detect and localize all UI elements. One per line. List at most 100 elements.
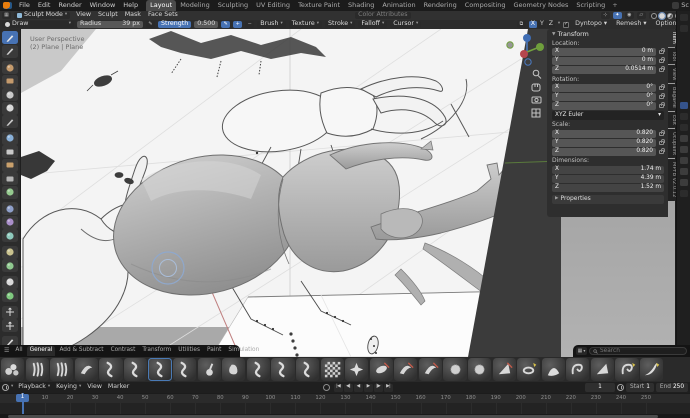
workspace-tab-scripting[interactable]: Scripting [572,0,609,11]
add-blend-icon[interactable]: + [233,21,242,29]
location-x-field[interactable]: X0 m [552,48,656,56]
tool-elastic-deform[interactable] [2,216,18,229]
menu-edit[interactable]: Edit [34,1,55,10]
tool-rotate[interactable] [2,319,18,332]
tool-pose[interactable] [2,259,18,272]
modifier-tab-icon[interactable] [680,168,688,175]
prev-keyframe-button[interactable]: ◀| [344,384,353,392]
brush-thumbnail-spheres-0[interactable] [1,358,24,381]
shelf-tab-general[interactable]: General [27,346,56,356]
workspace-tab-rendering[interactable]: Rendering [420,0,461,11]
jump-to-end-button[interactable]: ▶| [384,384,393,392]
location-y-field[interactable]: Y0 m [552,57,656,65]
scale-y-field[interactable]: Y0.820 [552,139,656,147]
viewport-menu-mask[interactable]: Mask [122,12,144,18]
lock-icon[interactable] [659,150,664,154]
viewport-menu-view[interactable]: View [73,12,94,18]
scene-selector[interactable]: Sc [672,2,690,9]
auto-keying-icon[interactable] [323,384,330,391]
tool-move[interactable] [2,306,18,319]
workspace-tab-layout[interactable]: Layout [146,0,176,11]
tool-grab[interactable] [2,202,18,215]
lock-icon[interactable] [659,104,664,108]
brush-thumbnail-cone-22[interactable] [542,358,565,381]
brush-thumbnail-curl-25[interactable] [615,358,638,381]
next-keyframe-button[interactable]: |▶ [374,384,383,392]
viewport-menu-sculpt[interactable]: Sculpt [95,12,121,18]
brush-type-dropdown[interactable]: Draw ▾ [2,21,74,29]
brush-thumbnail-wedge-24[interactable] [591,358,614,381]
start-frame-field[interactable]: Start 1 [626,383,654,392]
brush-thumbnail-rough-18[interactable] [443,358,466,381]
sidebar-tab-ucupaint[interactable]: Ucupaint [668,129,676,158]
radius-field[interactable]: Radius 39 px [77,21,143,29]
tool-face-sets[interactable] [2,289,18,302]
brush-thumbnail-scoop-3[interactable] [75,358,98,381]
dimensions-x-field[interactable]: X1.74 m [552,166,664,174]
rotation-mode-dropdown[interactable]: XYZ Euler▾ [552,111,664,120]
tool-inflate[interactable] [2,88,18,101]
sidebar-tab-mpfb-v2-0-12[interactable]: MPFB v2.0.12 [668,159,676,200]
tool-multiplane-scrape[interactable] [2,172,18,185]
brush-thumbnail-ellipse-15[interactable] [370,358,393,381]
sidebar-tab-item[interactable]: Item [668,29,676,47]
brush-thumbnail-s-11[interactable] [271,358,294,381]
shelf-tab-contrast[interactable]: Contrast [108,346,139,356]
strength-slider[interactable]: Strength [158,21,191,29]
scale-z-field[interactable]: Z0.820 [552,148,656,156]
select-tool-icon[interactable]: ⊹ [601,12,610,20]
location-z-field[interactable]: Z0.0514 m [552,66,656,74]
tool-flatten[interactable] [2,145,18,158]
popover-brush[interactable]: Brush▾ [257,21,285,29]
tool-draw[interactable] [2,31,18,44]
tool-draw-sharp[interactable] [2,45,18,58]
xray-icon[interactable]: ▱ [637,12,646,20]
timeline-ruler[interactable]: 1102030405060708090100110120130140150160… [0,393,690,403]
add-workspace-button[interactable]: + [609,1,620,10]
workspace-tab-shading[interactable]: Shading [344,0,378,11]
tool-mask[interactable] [2,276,18,289]
popover-texture[interactable]: Texture▾ [289,21,322,29]
timeline-scrollbar[interactable] [8,415,658,418]
jump-to-start-button[interactable]: |◀ [334,384,343,392]
lock-icon[interactable] [659,68,664,72]
symmetry-axis-z[interactable]: Z [547,21,555,29]
render-tab-icon[interactable] [680,113,688,120]
overlays-icon[interactable]: ◉ [625,12,634,20]
brush-thumbnail-strips-1[interactable] [26,358,49,381]
tool-smooth[interactable] [2,132,18,145]
end-frame-field[interactable]: End 250 [656,383,688,392]
tool-clay-strips[interactable] [2,75,18,88]
gizmo-y-neg[interactable] [507,42,513,48]
viewport-menu-face-sets[interactable]: Face Sets [145,12,181,18]
brush-thumbnail-wedge-20[interactable] [493,358,516,381]
popover-falloff[interactable]: Falloff▾ [358,21,387,29]
brush-thumbnail-scoop-16[interactable] [394,358,417,381]
gizmo-y-axis[interactable] [536,43,544,51]
lock-icon[interactable] [659,95,664,99]
sidebar-tab-bagapie[interactable]: BagaPie [668,84,676,111]
timeline-editor-icon[interactable] [2,384,9,391]
menu-file[interactable]: File [15,1,34,10]
brush-thumbnail-scoop-17[interactable] [419,358,442,381]
remesh-popover[interactable]: Remesh ▾ [613,21,649,27]
gizmo-toggle-icon[interactable]: ✦ [613,12,622,20]
shelf-tab-transform[interactable]: Transform [139,346,174,356]
transform-panel-header[interactable]: ▼ Transform [552,32,664,38]
lock-icon[interactable] [659,86,664,90]
workspace-tab-geometry-nodes[interactable]: Geometry Nodes [510,0,573,11]
workspace-tab-modeling[interactable]: Modeling [176,0,214,11]
brush-thumbnail-s-12[interactable] [296,358,319,381]
scale-x-field[interactable]: X0.820 [552,130,656,138]
brush-thumbnail-checker-13[interactable] [321,358,344,381]
radius-pressure-icon[interactable]: ✎ [146,21,155,29]
rotation-x-field[interactable]: X0° [552,84,656,92]
brush-thumbnail-s-4[interactable] [99,358,122,381]
editor-type-icon[interactable]: ▦ [2,12,11,20]
workspace-tab-animation[interactable]: Animation [378,0,419,11]
shelf-tab-utilities[interactable]: Utilities [175,346,203,356]
brush-thumbnail-star-14[interactable] [345,358,368,381]
shelf-tab-simulation[interactable]: Simulation [225,346,262,356]
shelf-tab-all[interactable]: All [12,346,25,356]
brush-thumbnail-ring-21[interactable] [517,358,540,381]
